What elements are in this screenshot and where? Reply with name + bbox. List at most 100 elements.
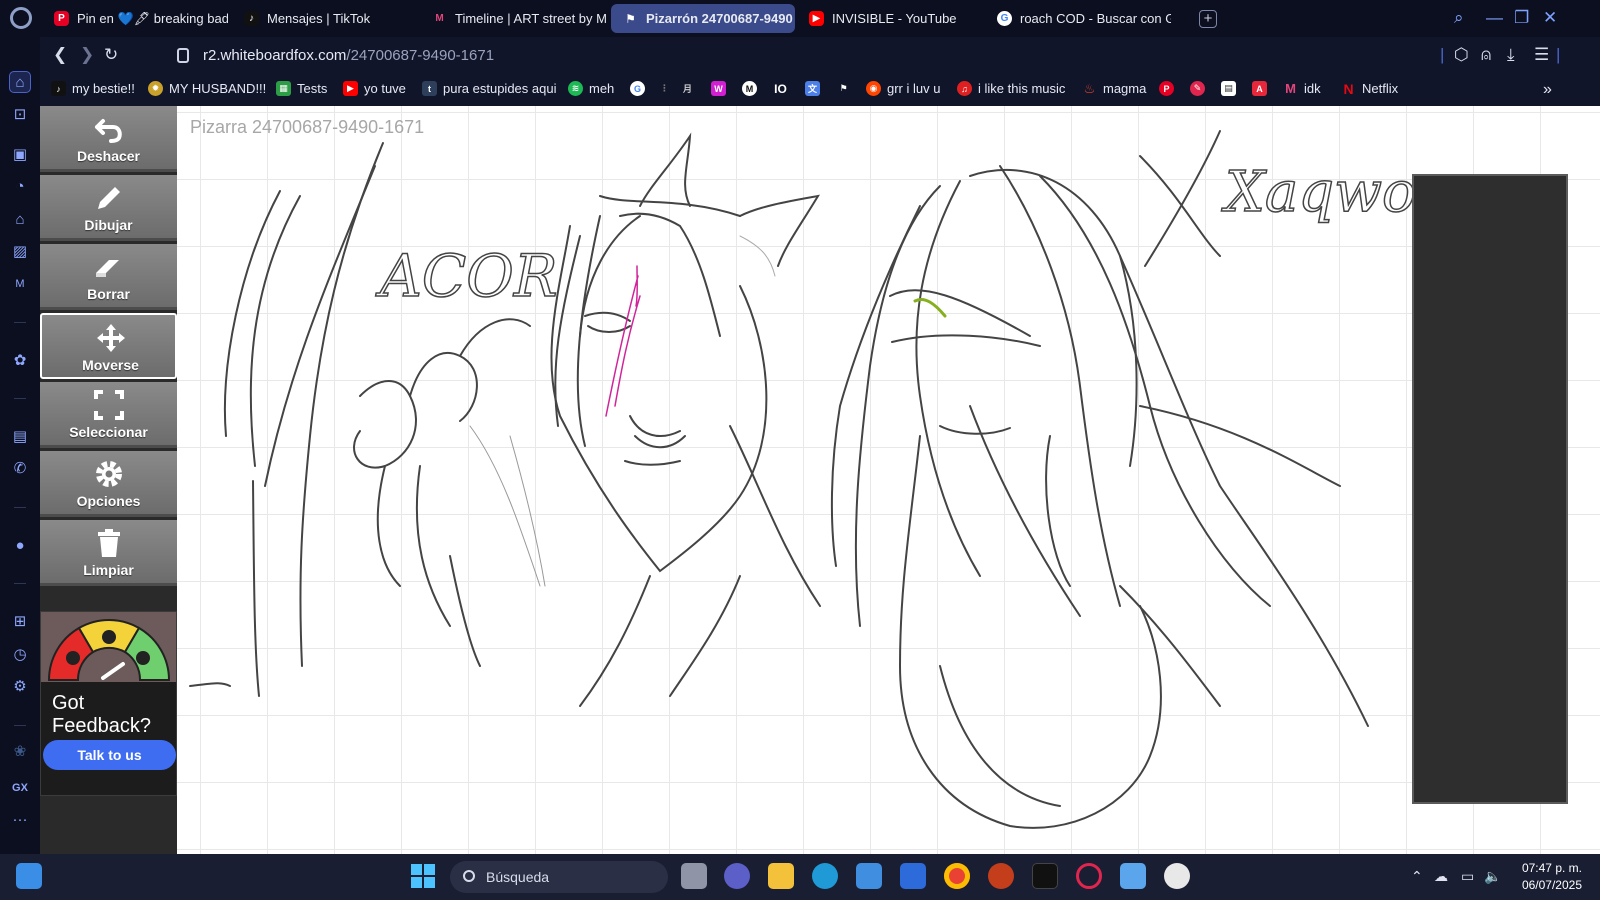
profile-icon[interactable]: ⍝ — [1481, 45, 1491, 65]
erase-button[interactable]: Borrar — [40, 244, 177, 310]
settings-icon[interactable]: ⚙ — [9, 676, 31, 698]
tab-whiteboard[interactable]: ⚑ Pizarrón 24700687-9490 — [611, 4, 795, 33]
speed-icon[interactable]: ◔ — [9, 176, 31, 198]
task-view-icon[interactable] — [681, 863, 707, 889]
window-app-icon[interactable] — [1120, 863, 1146, 889]
reload-icon[interactable]: ↻ — [104, 45, 118, 65]
file-explorer-icon[interactable] — [768, 863, 794, 889]
whatsapp-icon[interactable]: ✆ — [9, 458, 31, 480]
opera-menu-icon[interactable] — [10, 7, 32, 29]
bookmark-pura-estupides[interactable]: t pura estupides aqui — [422, 81, 556, 96]
back-icon[interactable]: ❮ — [53, 45, 67, 65]
taskbar-search[interactable]: Búsqueda — [450, 861, 668, 893]
hatch-icon[interactable]: ▨ — [9, 241, 31, 263]
twitch-icon[interactable]: ▤ — [9, 426, 31, 448]
bookmark-netflix[interactable]: N Netflix — [1341, 81, 1399, 97]
system-clock[interactable]: 07:47 p. m. 06/07/2025 — [1508, 860, 1582, 894]
bookmark-label: Tests — [297, 81, 328, 96]
bookmark-my-bestie[interactable]: ♪ my bestie!! — [51, 81, 135, 96]
opera-gx-icon[interactable] — [1076, 863, 1102, 889]
select-button[interactable]: Seleccionar — [40, 382, 177, 448]
bookmark-pinterest[interactable]: P — [1159, 81, 1174, 96]
clear-button[interactable]: Limpiar — [40, 520, 177, 586]
restore-icon[interactable]: ❐ — [1514, 8, 1529, 28]
more-bookmarks-icon[interactable]: » — [1543, 81, 1552, 99]
minimize-icon[interactable]: — — [1486, 8, 1503, 28]
paint-icon[interactable] — [1164, 863, 1190, 889]
bookmark-label: MY HUSBAND!!! — [169, 81, 267, 96]
extensions-icon[interactable]: ⬡ — [1454, 45, 1469, 65]
apps-icon[interactable]: ⊞ — [9, 611, 31, 633]
tray-expand-icon[interactable]: ⌃ — [1411, 868, 1423, 885]
google-icon: G — [630, 81, 645, 96]
home-icon[interactable]: ⌂ — [9, 71, 31, 93]
whiteboard-canvas[interactable]: Pizarra 24700687-9490-1671 ACOR Xaqwo — [40, 106, 1600, 854]
edge-icon[interactable] — [812, 863, 838, 889]
controller-icon[interactable]: ▣ — [9, 144, 31, 166]
tab-google[interactable]: G roach COD - Buscar con G — [985, 4, 1171, 33]
tab-artstreet[interactable]: M Timeline | ART street by M — [420, 4, 608, 33]
volume-icon[interactable]: 🔈 — [1484, 868, 1501, 885]
bookmark-red-tool[interactable]: ✎ — [1190, 81, 1205, 96]
store-icon[interactable] — [856, 863, 882, 889]
tab-tiktok[interactable]: ♪ Mensajes | TikTok — [232, 4, 418, 33]
move-button[interactable]: Moverse — [40, 313, 177, 379]
onedrive-icon[interactable]: ☁ — [1434, 868, 1448, 885]
bookmark-misc-4[interactable]: M — [742, 81, 757, 96]
bookmark-misc-2[interactable]: 月 — [680, 81, 695, 96]
youtube-icon: ▶ — [809, 11, 824, 26]
gamepad-icon[interactable]: ⊡ — [9, 104, 31, 126]
widgets-icon[interactable] — [16, 863, 42, 889]
bookmark-misc-5[interactable]: IO — [773, 81, 788, 96]
leaf-icon[interactable]: ❀ — [9, 741, 31, 763]
bookmark-flag[interactable]: ⚑ — [836, 81, 851, 96]
divider-icon: | — [1440, 45, 1445, 64]
teams-icon[interactable] — [724, 863, 750, 889]
bookmark-doc[interactable]: ▤ — [1221, 81, 1236, 96]
bookmark-yo-tuve[interactable]: ▶ yo tuve — [343, 81, 406, 96]
bookmark-tests[interactable]: ▦ Tests — [276, 81, 327, 96]
options-button[interactable]: Opciones — [40, 451, 177, 517]
pinterest-icon: P — [54, 11, 69, 26]
gx-icon[interactable]: GX — [9, 777, 31, 799]
chatgpt-icon[interactable]: ✿ — [9, 350, 31, 372]
browser-sidebar: ⌂ ⊡ ▣ ◔ ⌂ ▨ M ✿ ▤ ✆ ● ⊞ ◷ ⚙ ❀ GX ··· — [0, 37, 40, 854]
close-icon[interactable]: ✕ — [1543, 8, 1557, 28]
side-panel — [1412, 174, 1568, 804]
url-field[interactable]: r2.whiteboardfox.com/24700687-9490-1671 — [203, 47, 494, 64]
bookmark-google[interactable]: G — [630, 81, 645, 96]
undo-button[interactable]: Deshacer — [40, 106, 177, 172]
bookmark-magma[interactable]: ♨ magma — [1082, 81, 1147, 97]
spotify-icon[interactable]: ● — [9, 535, 31, 557]
start-icon[interactable] — [410, 863, 436, 889]
new-tab-button[interactable]: + — [1199, 10, 1217, 28]
draw-button[interactable]: Dibujar — [40, 175, 177, 241]
bookmark-idk[interactable]: Midk — [1283, 81, 1321, 96]
easy-setup-icon[interactable]: ☰ — [1534, 45, 1549, 65]
search-tabs-icon[interactable]: ⌕ — [1454, 8, 1464, 28]
network-icon[interactable]: ▭ — [1461, 868, 1474, 885]
bookmark-misc-3[interactable]: W — [711, 81, 726, 96]
powerpoint-icon[interactable] — [988, 863, 1014, 889]
bookmark-i-like-this-music[interactable]: ♫ i like this music — [957, 81, 1065, 96]
more-icon[interactable]: ··· — [9, 809, 31, 831]
bookmark-acrobat[interactable]: A — [1252, 81, 1267, 96]
bookmark-translate[interactable]: 文 — [805, 81, 820, 96]
forward-icon[interactable]: ❯ — [80, 45, 94, 65]
tab-pinterest[interactable]: P Pin en 💙🖋 breaking bad — [42, 4, 228, 33]
bookmark-my-husband[interactable]: ✹ MY HUSBAND!!! — [148, 81, 266, 96]
m-app-icon[interactable]: M — [9, 273, 31, 295]
chrome-icon[interactable] — [944, 863, 970, 889]
bookmark-label: Netflix — [1362, 81, 1399, 96]
history-icon[interactable]: ◷ — [9, 644, 31, 666]
office-app-icon[interactable] — [900, 863, 926, 889]
bookmark-meh[interactable]: ≋ meh — [568, 81, 614, 96]
tab-youtube[interactable]: ▶ INVISIBLE - YouTube — [797, 4, 983, 33]
download-icon[interactable]: ⤓ — [1507, 45, 1515, 65]
tiktok-app-icon[interactable] — [1032, 863, 1058, 889]
bookmark-misc-1[interactable]: ⋮ — [657, 81, 672, 96]
feedback-text: Got Feedback? — [52, 692, 151, 737]
talk-to-us-button[interactable]: Talk to us — [43, 740, 176, 770]
bookmark-grr-i-luv-u[interactable]: ◉ grr i luv u — [866, 81, 940, 96]
cleaner-icon[interactable]: ⌂ — [9, 209, 31, 231]
